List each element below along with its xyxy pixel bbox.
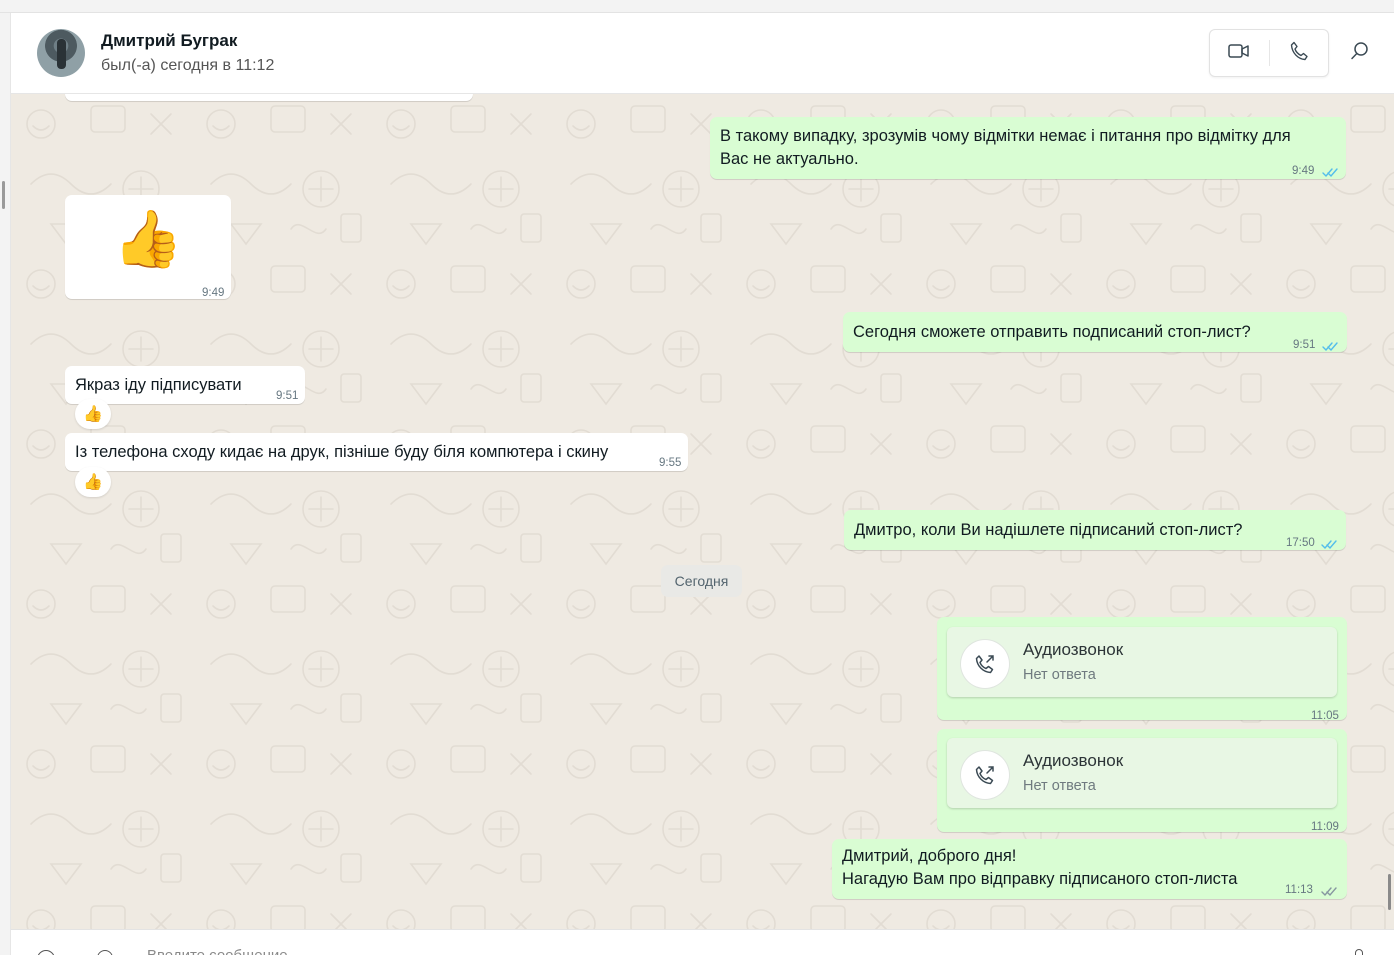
message-bubble-outgoing[interactable]: Дмитрий, доброго дня! Нагадую Вам про ві…: [832, 839, 1347, 899]
window-top-strip: [0, 0, 1394, 13]
missed-call-outgoing-icon: [961, 640, 1009, 688]
message-text: Дмитрий, доброго дня!: [842, 847, 1017, 865]
voice-call-icon: [1290, 41, 1308, 66]
double-check-icon: [1321, 881, 1337, 897]
rail-indicator: [2, 181, 5, 209]
contact-status: был(-а) сегодня в 11:12: [101, 57, 275, 74]
reaction-badge[interactable]: 👍: [75, 467, 111, 497]
video-call-icon: [1228, 43, 1250, 64]
message-time: 9:51: [1293, 339, 1316, 351]
emoji-icon[interactable]: [37, 950, 55, 955]
avatar[interactable]: [37, 29, 85, 77]
voice-call-button[interactable]: [1269, 30, 1328, 76]
chat-pane[interactable]: В такому випадку, зрозумів чому відмітки…: [11, 94, 1394, 929]
call-log-bubble[interactable]: Аудиозвонок Нет ответа 11:09: [937, 729, 1347, 833]
message-bubble-outgoing[interactable]: Дмитро, коли Ви надішлете підписаний сто…: [844, 510, 1346, 550]
chat-scrollbar[interactable]: [1385, 94, 1394, 929]
message-text: В такому випадку, зрозумів чому відмітки…: [720, 127, 1291, 145]
double-check-icon: [1322, 336, 1338, 352]
message-text: Сегодня сможете отправить подписаний сто…: [853, 323, 1251, 341]
call-status: Нет ответа: [1023, 667, 1096, 683]
double-check-icon: [1321, 534, 1337, 550]
message-text: Нагадую Вам про відправку підписаного ст…: [842, 870, 1238, 888]
call-log-bubble[interactable]: Аудиозвонок Нет ответа 11:05: [937, 617, 1347, 722]
message-time: 17:50: [1286, 537, 1315, 549]
message-bubble-outgoing[interactable]: Сегодня сможете отправить подписаний сто…: [843, 312, 1347, 352]
message-text: Вас не актуально.: [720, 150, 859, 168]
search-button[interactable]: [1347, 39, 1373, 67]
missed-call-outgoing-icon: [961, 751, 1009, 799]
message-time: 9:51: [276, 390, 299, 402]
message-text: Із телефона сходу кидає на друк, пізніше…: [75, 443, 609, 461]
message-input[interactable]: Введите сообщение: [147, 947, 288, 955]
message-time: 11:09: [1311, 821, 1339, 833]
message-text: Дмитро, коли Ви надішлете підписаний сто…: [854, 521, 1243, 539]
call-button-group: [1209, 29, 1329, 77]
chat-header: Дмитрий Буграк был(-а) сегодня в 11:12: [11, 13, 1394, 94]
call-card[interactable]: Аудиозвонок Нет ответа: [947, 627, 1337, 697]
double-check-icon: [1322, 162, 1338, 178]
composer-bar: Введите сообщение: [11, 929, 1394, 955]
contact-name[interactable]: Дмитрий Буграк: [101, 31, 237, 51]
call-title: Аудиозвонок: [1023, 751, 1124, 770]
thumbs-up-emoji: 👍: [113, 207, 183, 270]
message-time: 9:55: [659, 457, 682, 469]
message-bubble-outgoing[interactable]: В такому випадку, зрозумів чому відмітки…: [710, 117, 1346, 179]
search-icon: [1350, 41, 1370, 66]
left-rail: [0, 13, 11, 955]
message-bubble-incoming[interactable]: Із телефона сходу кидає на друк, пізніше…: [65, 433, 688, 471]
microphone-icon[interactable]: [1355, 949, 1363, 955]
call-title: Аудиозвонок: [1023, 640, 1124, 659]
message-bubble-incoming-partial: [65, 94, 473, 101]
video-call-button[interactable]: [1210, 30, 1269, 76]
message-time: 11:13: [1285, 884, 1313, 896]
call-card[interactable]: Аудиозвонок Нет ответа: [947, 738, 1337, 808]
date-separator: Сегодня: [661, 565, 742, 597]
message-time: 9:49: [202, 287, 225, 299]
message-bubble-incoming[interactable]: 👍 9:49: [65, 195, 231, 299]
scroll-thumb[interactable]: [1388, 874, 1391, 910]
reaction-badge[interactable]: 👍: [75, 399, 111, 429]
message-time: 9:49: [1292, 165, 1315, 177]
message-text: Якраз іду підписувати: [75, 376, 242, 394]
message-bubble-incoming[interactable]: Якраз іду підписувати 9:51: [65, 366, 305, 404]
message-time: 11:05: [1311, 710, 1339, 722]
attach-icon[interactable]: [97, 950, 113, 955]
call-status: Нет ответа: [1023, 778, 1096, 794]
